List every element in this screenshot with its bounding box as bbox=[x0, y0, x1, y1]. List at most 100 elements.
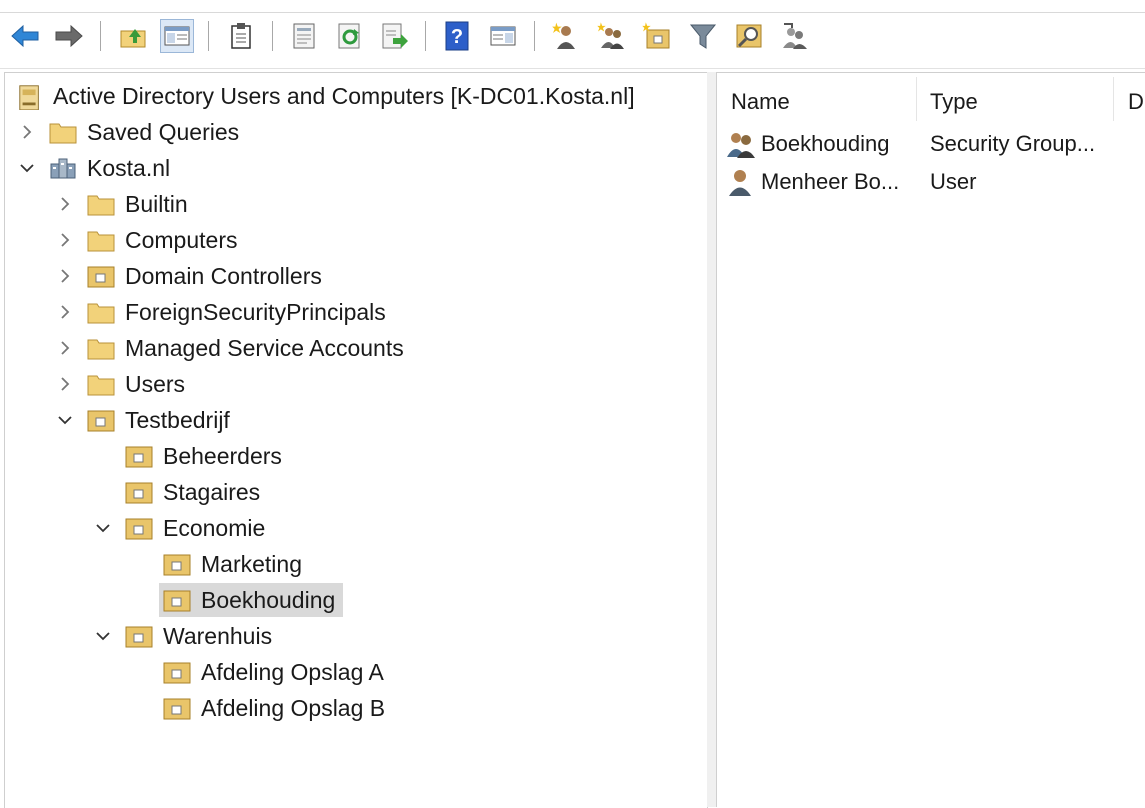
svg-text:?: ? bbox=[451, 26, 463, 48]
create-group-icon bbox=[597, 22, 624, 49]
expand-computers-chevron[interactable] bbox=[55, 230, 75, 250]
chevron-down-icon bbox=[96, 524, 110, 533]
toolbar-separator bbox=[100, 21, 101, 51]
create-ou-button[interactable] bbox=[640, 19, 674, 53]
chevron-right-icon bbox=[61, 305, 70, 319]
group-icon bbox=[727, 133, 755, 158]
tree-item-computers[interactable]: Computers bbox=[87, 223, 237, 257]
details-list: Name Type D Boekhouding Security Group..… bbox=[717, 72, 1145, 808]
create-ou-icon bbox=[642, 22, 670, 49]
show-hide-action-pane-icon bbox=[490, 26, 516, 46]
tree-item-beheerders[interactable]: Beheerders bbox=[125, 439, 282, 473]
collapse-warenhuis-chevron[interactable] bbox=[93, 626, 113, 646]
toolbar-separator bbox=[425, 21, 426, 51]
up-one-level-button[interactable] bbox=[116, 19, 150, 53]
clipboard-icon bbox=[231, 23, 251, 49]
tree-item-builtin[interactable]: Builtin bbox=[87, 187, 188, 221]
tree-item-domain[interactable]: Kosta.nl bbox=[49, 151, 170, 185]
forward-button[interactable] bbox=[52, 19, 86, 53]
chevron-right-icon bbox=[61, 377, 70, 391]
column-header-type[interactable]: Type bbox=[930, 85, 978, 119]
ou-folder-icon bbox=[125, 518, 153, 540]
show-hide-console-tree-icon bbox=[164, 26, 190, 46]
tree-label: Managed Service Accounts bbox=[125, 334, 404, 361]
tree-root[interactable]: Active Directory Users and Computers [K-… bbox=[17, 79, 635, 113]
add-to-group-button[interactable] bbox=[778, 19, 812, 53]
tree-label: ForeignSecurityPrincipals bbox=[125, 298, 386, 325]
back-button[interactable] bbox=[8, 19, 42, 53]
collapse-testbedrijf-chevron[interactable] bbox=[55, 410, 75, 430]
show-hide-action-pane-button[interactable] bbox=[486, 19, 520, 53]
toolbar: ? bbox=[0, 13, 1145, 69]
show-hide-console-tree-button[interactable] bbox=[160, 19, 194, 53]
tree-item-afdeling-opslag-b[interactable]: Afdeling Opslag B bbox=[163, 691, 385, 725]
tree-label: Stagaires bbox=[163, 478, 261, 505]
tree-item-foreign-security-principals[interactable]: ForeignSecurityPrincipals bbox=[87, 295, 386, 329]
tree-label: Kosta.nl bbox=[87, 154, 171, 181]
console-tree: Active Directory Users and Computers [K-… bbox=[4, 72, 708, 808]
chevron-right-icon bbox=[61, 197, 70, 211]
chevron-right-icon bbox=[23, 125, 32, 139]
tree-item-boekhouding[interactable]: Boekhouding bbox=[159, 583, 344, 617]
chevron-right-icon bbox=[61, 269, 70, 283]
expand-domain-controllers-chevron[interactable] bbox=[55, 266, 75, 286]
ou-folder-icon bbox=[163, 590, 191, 612]
tree-item-users[interactable]: Users bbox=[87, 367, 185, 401]
column-divider[interactable] bbox=[916, 77, 917, 121]
ou-folder-icon bbox=[163, 662, 191, 684]
list-cell-name: Boekhouding bbox=[725, 127, 889, 161]
expand-fsp-chevron[interactable] bbox=[55, 302, 75, 322]
expand-users-chevron[interactable] bbox=[55, 374, 75, 394]
clipboard-button[interactable] bbox=[224, 19, 258, 53]
tree-item-economie[interactable]: Economie bbox=[125, 511, 265, 545]
tree-root-label: Active Directory Users and Computers [K-… bbox=[53, 82, 635, 109]
collapse-domain-chevron[interactable] bbox=[17, 158, 37, 178]
column-header-description[interactable]: D bbox=[1128, 85, 1144, 119]
chevron-down-icon bbox=[96, 632, 110, 641]
expand-saved-queries-chevron[interactable] bbox=[17, 122, 37, 142]
tree-label: Testbedrijf bbox=[125, 406, 230, 433]
folder-icon bbox=[87, 375, 115, 396]
toolbar-separator bbox=[272, 21, 273, 51]
ou-folder-icon bbox=[125, 482, 153, 504]
tree-item-warenhuis[interactable]: Warenhuis bbox=[125, 619, 272, 653]
collapse-economie-chevron[interactable] bbox=[93, 518, 113, 538]
refresh-icon bbox=[338, 23, 360, 49]
create-user-button[interactable] bbox=[548, 19, 582, 53]
back-icon bbox=[11, 24, 39, 48]
tree-label: Saved Queries bbox=[87, 118, 240, 145]
list-cell-type: Security Group... bbox=[930, 131, 1096, 156]
ou-folder-icon bbox=[125, 626, 153, 648]
tree-label: Domain Controllers bbox=[125, 262, 322, 289]
properties-icon bbox=[293, 23, 315, 49]
find-icon bbox=[736, 24, 762, 48]
column-header-name[interactable]: Name bbox=[731, 85, 790, 119]
folder-icon bbox=[87, 339, 115, 360]
column-divider[interactable] bbox=[1113, 77, 1114, 121]
list-cell-type: User bbox=[930, 169, 977, 194]
tree-label: Computers bbox=[125, 226, 238, 253]
find-button[interactable] bbox=[732, 19, 766, 53]
refresh-button[interactable] bbox=[333, 19, 367, 53]
row-name-label: Menheer Bo... bbox=[761, 169, 900, 194]
export-list-button[interactable] bbox=[378, 19, 412, 53]
ou-folder-icon bbox=[87, 266, 115, 288]
tree-item-saved-queries[interactable]: Saved Queries bbox=[49, 115, 239, 149]
expand-builtin-chevron[interactable] bbox=[55, 194, 75, 214]
tree-item-managed-service-accounts[interactable]: Managed Service Accounts bbox=[87, 331, 404, 365]
window-top-strip bbox=[0, 0, 1145, 13]
tree-item-stagaires[interactable]: Stagaires bbox=[125, 475, 260, 509]
create-group-button[interactable] bbox=[594, 19, 628, 53]
expand-msa-chevron[interactable] bbox=[55, 338, 75, 358]
filter-button[interactable] bbox=[686, 19, 720, 53]
tree-label: Afdeling Opslag A bbox=[201, 658, 384, 685]
pane-splitter[interactable] bbox=[707, 72, 717, 807]
help-icon: ? bbox=[445, 21, 469, 51]
tree-item-afdeling-opslag-a[interactable]: Afdeling Opslag A bbox=[163, 655, 384, 689]
tree-item-marketing[interactable]: Marketing bbox=[163, 547, 302, 581]
tree-item-domain-controllers[interactable]: Domain Controllers bbox=[87, 259, 322, 293]
tree-label: Builtin bbox=[125, 190, 188, 217]
properties-button[interactable] bbox=[287, 19, 321, 53]
help-button[interactable]: ? bbox=[440, 19, 474, 53]
tree-item-testbedrijf[interactable]: Testbedrijf bbox=[87, 403, 230, 437]
